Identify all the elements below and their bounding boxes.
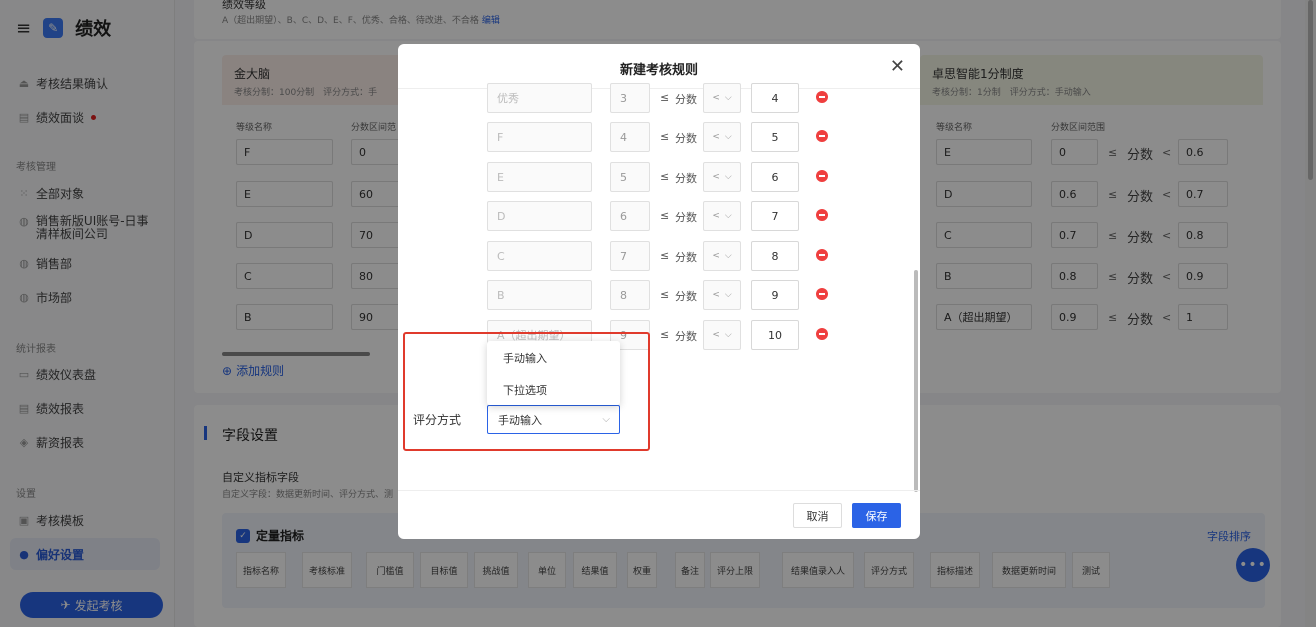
upper-bound-input[interactable]: 5 [751,122,799,152]
score-word: 分数 [675,93,697,106]
operator-select[interactable]: < ⌵ [703,201,741,231]
close-icon[interactable]: ✕ [890,56,905,77]
operator-value: < [712,330,720,340]
operator-value: < [712,251,720,261]
operator-select[interactable]: < ⌵ [703,162,741,192]
upper-bound-input[interactable]: 9 [751,280,799,310]
lower-bound-input[interactable]: 3 [610,83,650,113]
chevron-down-icon: ⌵ [724,211,732,221]
le-sign: ≤ [660,91,670,104]
operator-select[interactable]: < ⌵ [703,241,741,271]
lower-bound-input[interactable]: 8 [610,280,650,310]
remove-row-icon[interactable] [816,328,828,340]
le-sign: ≤ [660,209,670,222]
grade-name-input[interactable]: C [487,241,592,271]
le-sign: ≤ [660,130,670,143]
chevron-down-icon: ⌵ [724,93,732,103]
modal-scrollbar[interactable] [914,270,918,492]
chevron-down-icon: ⌵ [724,251,732,261]
grade-name-input[interactable]: B [487,280,592,310]
upper-bound-input[interactable]: 4 [751,83,799,113]
chevron-down-icon: ⌵ [724,172,732,182]
remove-row-icon[interactable] [816,170,828,182]
grade-name-input[interactable]: D [487,201,592,231]
operator-value: < [712,132,720,142]
remove-row-icon[interactable] [816,130,828,142]
remove-row-icon[interactable] [816,288,828,300]
lower-bound-input[interactable]: 7 [610,241,650,271]
operator-select[interactable]: < ⌵ [703,280,741,310]
operator-value: < [712,172,720,182]
chevron-down-icon: ⌵ [724,330,732,340]
score-word: 分数 [675,211,697,224]
score-word: 分数 [675,290,697,303]
remove-row-icon[interactable] [816,209,828,221]
modal-title: 新建考核规则 [619,63,698,78]
upper-bound-input[interactable]: 8 [751,241,799,271]
operator-select[interactable]: < ⌵ [703,122,741,152]
grade-name-input[interactable]: E [487,162,592,192]
chevron-down-icon: ⌵ [724,290,732,300]
upper-bound-input[interactable]: 7 [751,201,799,231]
save-button[interactable]: 保存 [852,503,901,528]
upper-bound-input[interactable]: 6 [751,162,799,192]
remove-row-icon[interactable] [816,249,828,261]
operator-select[interactable]: < ⌵ [703,83,741,113]
lower-bound-input[interactable]: 4 [610,122,650,152]
operator-value: < [712,93,720,103]
score-word: 分数 [675,251,697,264]
operator-select[interactable]: < ⌵ [703,320,741,350]
lower-bound-input[interactable]: 6 [610,201,650,231]
operator-value: < [712,211,720,221]
remove-row-icon[interactable] [816,91,828,103]
modal-divider [398,88,920,89]
score-word: 分数 [675,330,697,343]
le-sign: ≤ [660,249,670,262]
score-word: 分数 [675,172,697,185]
new-rule-modal: 新建考核规则 ✕ 优秀 3 ≤ 分数 < ⌵ 4 F 4 ≤ 分数 < ⌵ 5 E … [398,44,920,539]
le-sign: ≤ [660,288,670,301]
modal-footer-divider [398,490,920,491]
grade-name-input[interactable]: 优秀 [487,83,592,113]
lower-bound-input[interactable]: 5 [610,162,650,192]
cancel-button[interactable]: 取消 [793,503,842,528]
grade-name-input[interactable]: F [487,122,592,152]
operator-value: < [712,290,720,300]
chevron-down-icon: ⌵ [724,132,732,142]
highlight-annotation [403,332,650,451]
le-sign: ≤ [660,170,670,183]
upper-bound-input[interactable]: 10 [751,320,799,350]
score-word: 分数 [675,132,697,145]
le-sign: ≤ [660,328,670,341]
